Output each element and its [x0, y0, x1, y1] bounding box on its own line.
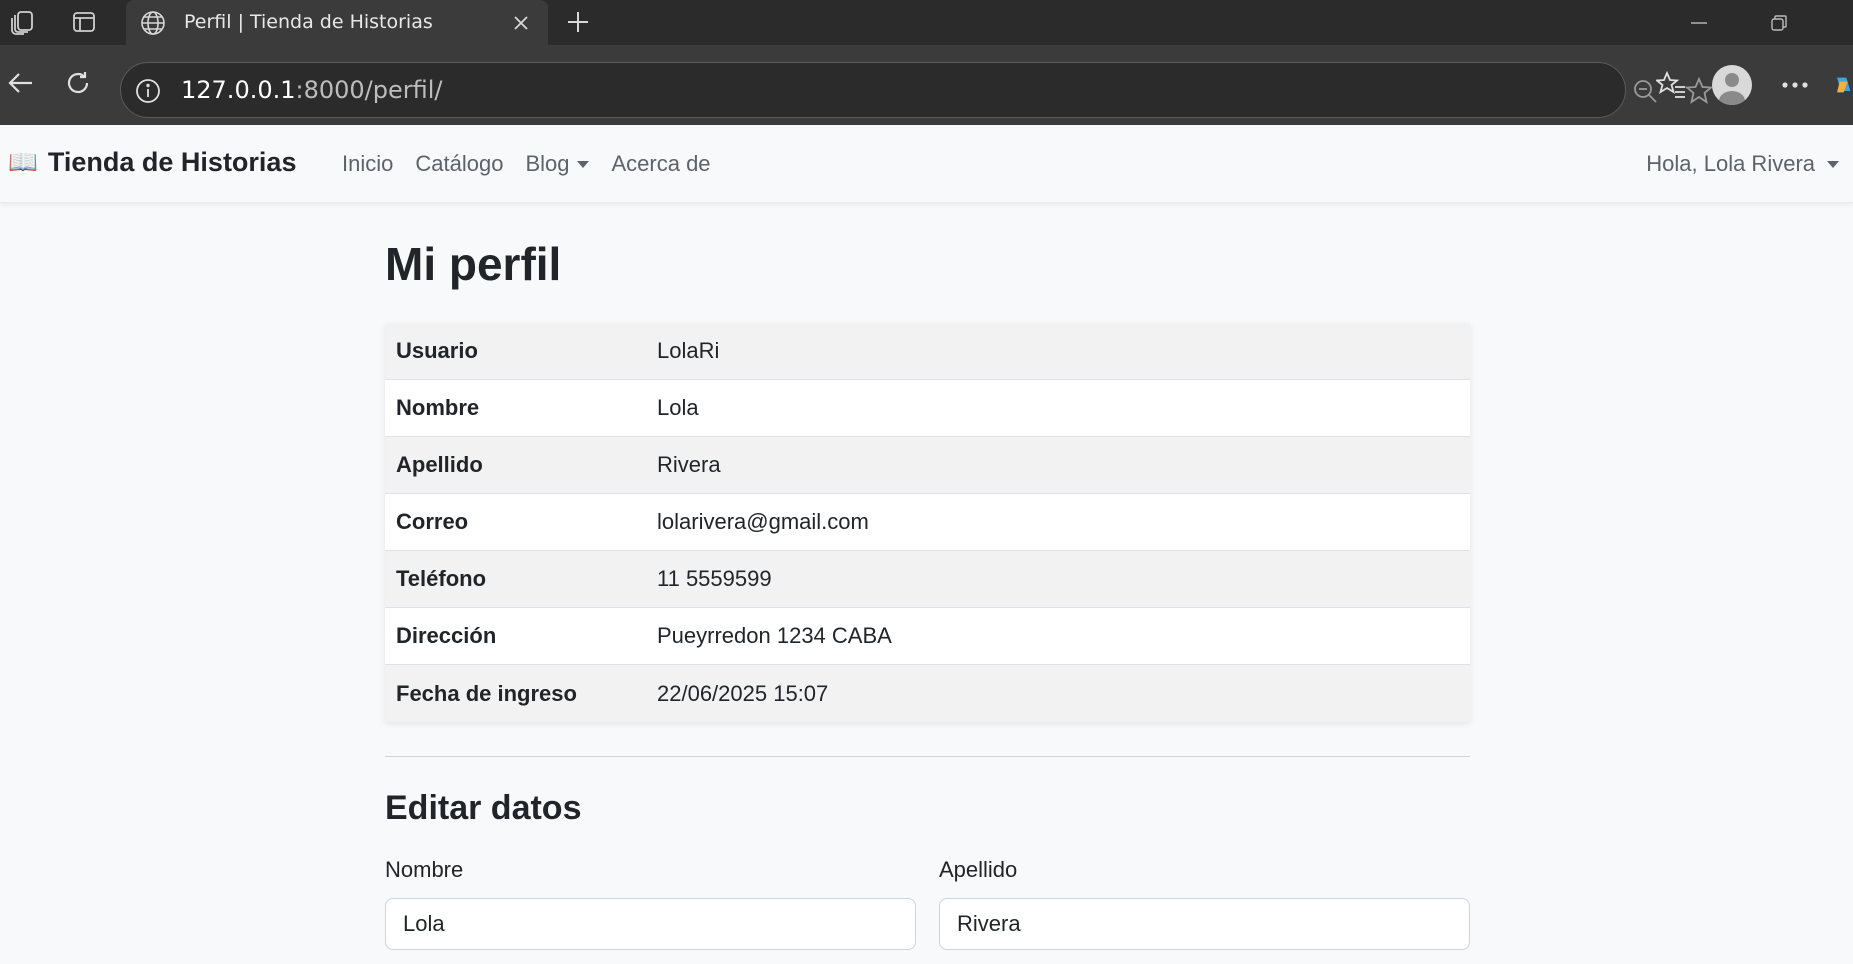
row-label: Usuario — [396, 338, 478, 363]
row-value: Lola — [657, 395, 699, 420]
new-tab-icon[interactable] — [562, 6, 594, 38]
table-row: Correo lolarivera@gmail.com — [385, 494, 1470, 551]
favorites-icon[interactable] — [1651, 65, 1691, 105]
close-tab-icon[interactable] — [506, 8, 536, 38]
profile-table: Usuario LolaRi Nombre Lola Apellido Rive… — [385, 323, 1470, 722]
minimize-icon[interactable] — [1684, 8, 1714, 38]
book-icon: 📖 — [8, 149, 38, 176]
row-value: lolarivera@gmail.com — [657, 509, 869, 534]
url-text: 127.0.0.1:8000/perfil/ — [181, 76, 443, 104]
row-value: LolaRi — [657, 338, 720, 363]
row-label: Apellido — [396, 452, 483, 477]
nav-link-inicio[interactable]: Inicio — [342, 151, 393, 177]
brand-name: Tienda de Historias — [47, 147, 297, 177]
browser-tab-bar: Perfil | Tienda de Historias — [0, 0, 1853, 45]
section-divider — [385, 756, 1470, 757]
nav-link-catalogo[interactable]: Catálogo — [415, 151, 503, 177]
page-title: Mi perfil — [385, 238, 562, 290]
url-path: :8000/perfil/ — [295, 76, 443, 104]
edit-section-title: Editar datos — [385, 789, 582, 827]
nav-link-acerca[interactable]: Acerca de — [611, 151, 710, 177]
table-row: Nombre Lola — [385, 380, 1470, 437]
nav-links: Inicio Catálogo Blog Acerca de — [342, 151, 711, 177]
tab-title: Perfil | Tienda de Historias — [184, 11, 433, 33]
first-name-input[interactable] — [385, 898, 916, 950]
brand-link[interactable]: 📖 Tienda de Historias — [8, 147, 296, 178]
restore-icon[interactable] — [1764, 8, 1794, 38]
more-options-icon[interactable] — [1775, 65, 1815, 105]
browser-toolbar: 127.0.0.1:8000/perfil/ — [0, 45, 1853, 125]
user-greeting: Hola, Lola Rivera — [1646, 151, 1815, 176]
back-arrow-icon[interactable] — [0, 63, 40, 103]
site-navbar: 📖 Tienda de Historias Inicio Catálogo Bl… — [0, 125, 1853, 203]
row-label: Fecha de ingreso — [396, 680, 577, 706]
row-label: Dirección — [396, 623, 497, 648]
last-name-label: Apellido — [939, 857, 1018, 882]
row-label: Correo — [396, 509, 469, 534]
address-bar[interactable]: 127.0.0.1:8000/perfil/ — [120, 62, 1713, 118]
table-row: Teléfono 11 5559599 — [385, 551, 1470, 608]
url-host: 127.0.0.1 — [181, 76, 296, 104]
tab-actions-icon[interactable] — [70, 8, 98, 36]
caret-down-icon — [577, 160, 590, 168]
row-value: Pueyrredon 1234 CABA — [657, 623, 892, 648]
refresh-icon[interactable] — [58, 63, 98, 103]
row-label: Teléfono — [396, 566, 487, 591]
table-row: Usuario LolaRi — [385, 323, 1470, 380]
table-row: Fecha de ingreso 22/06/2025 15:07 — [385, 665, 1470, 722]
row-value: 22/06/2025 15:07 — [657, 680, 829, 706]
workspaces-icon[interactable] — [8, 8, 36, 36]
row-label: Nombre — [396, 395, 480, 420]
profile-avatar-icon[interactable] — [1712, 65, 1752, 105]
caret-down-icon — [1827, 160, 1839, 168]
last-name-input[interactable] — [939, 898, 1470, 950]
table-row: Dirección Pueyrredon 1234 CABA — [385, 608, 1470, 665]
user-dropdown[interactable]: Hola, Lola Rivera — [1646, 151, 1839, 177]
nav-link-blog-label: Blog — [525, 151, 570, 176]
nav-dropdown-blog[interactable]: Blog — [525, 151, 590, 177]
globe-icon — [138, 8, 168, 38]
row-value: 11 5559599 — [657, 566, 772, 591]
table-row: Apellido Rivera — [385, 437, 1470, 494]
copilot-icon[interactable] — [1833, 65, 1853, 105]
first-name-label: Nombre — [385, 857, 464, 882]
site-info-icon[interactable] — [133, 76, 163, 106]
active-tab[interactable]: Perfil | Tienda de Historias — [126, 0, 548, 45]
row-value: Rivera — [657, 452, 721, 477]
